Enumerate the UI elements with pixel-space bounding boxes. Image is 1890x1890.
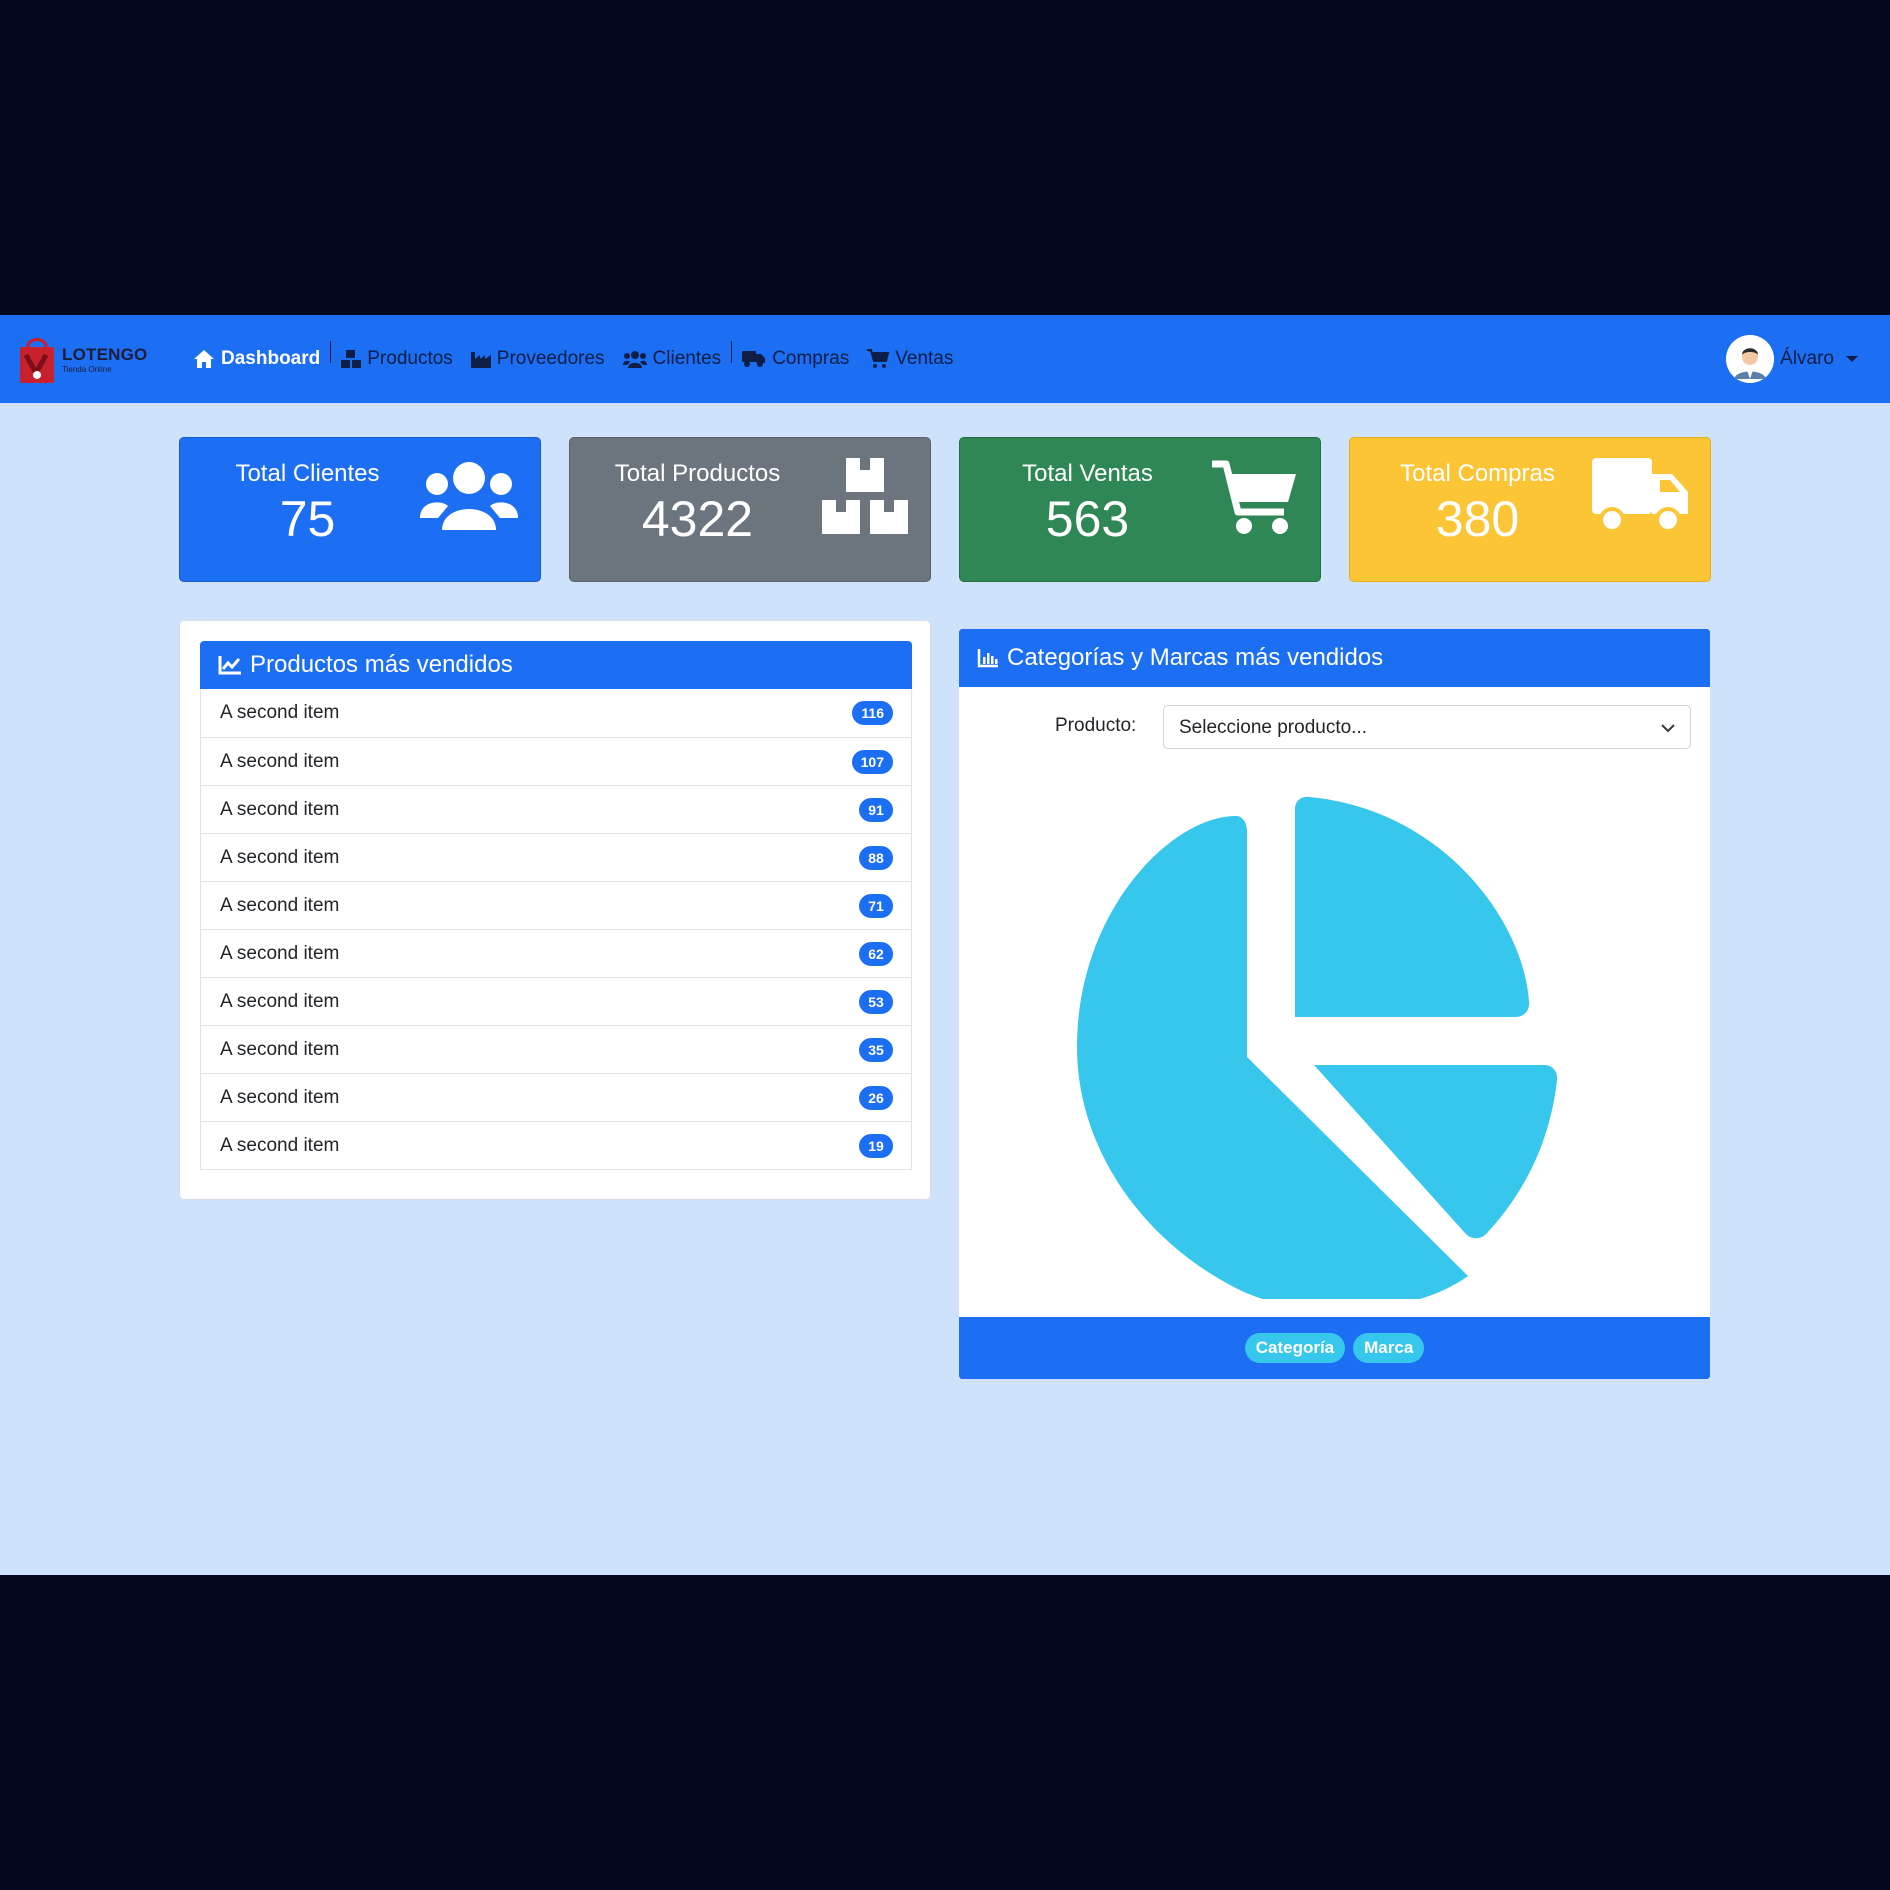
users-icon	[622, 351, 647, 368]
stat-value: 4322	[641, 491, 754, 547]
nav-item-clientes[interactable]: Clientes	[614, 339, 731, 379]
pie-chart-icon	[1077, 796, 1558, 1299]
nav-label-compras: Compras	[772, 348, 850, 369]
categories-header: Categorías y Marcas más vendidos	[959, 629, 1710, 687]
nav-label-clientes: Clientes	[652, 348, 722, 369]
nav-label-proveedores: Proveedores	[496, 348, 605, 369]
shopping-bag-logo-icon	[20, 338, 54, 383]
cart-icon	[867, 349, 890, 368]
list-item[interactable]: A second item 107	[201, 737, 911, 785]
app-frame: LOTENGO Tienda Online Dashboard Producto…	[0, 315, 1890, 1575]
categories-title: Categorías y Marcas más vendidos	[1007, 644, 1384, 671]
users-icon	[420, 462, 518, 530]
nav-divider	[731, 341, 733, 363]
item-label: A second item	[220, 702, 340, 723]
product-select-value: Seleccione producto...	[1179, 717, 1368, 738]
chevron-down-icon	[1846, 356, 1858, 362]
nav-item-productos[interactable]: Productos	[332, 339, 462, 379]
count-badge: 26	[859, 1085, 893, 1110]
truck-icon	[742, 351, 766, 367]
item-label: A second item	[220, 846, 340, 868]
tab-marca[interactable]: Marca	[1353, 1333, 1425, 1363]
top-products-title: Productos más vendidos	[250, 651, 513, 678]
list-item[interactable]: A second item 88	[201, 833, 911, 881]
count-badge: 53	[859, 989, 893, 1014]
user-menu[interactable]: Álvaro	[1726, 335, 1858, 383]
stat-label: Total Ventas	[1022, 460, 1153, 487]
stat-card-compras[interactable]: Total Compras 380	[1349, 437, 1711, 582]
chart-bar-icon	[977, 649, 998, 668]
user-avatar-icon	[1726, 335, 1775, 383]
list-item[interactable]: A second item 91	[201, 785, 911, 833]
brand-name: LOTENGO	[62, 345, 148, 364]
stat-card-productos[interactable]: Total Productos 4322	[569, 437, 931, 582]
stat-value: 380	[1435, 491, 1520, 547]
item-label: A second item	[220, 750, 340, 772]
top-products-card: Productos más vendidos A second item 116 …	[179, 620, 931, 1200]
top-products-header: Productos más vendidos	[200, 641, 912, 689]
top-navbar: LOTENGO Tienda Online Dashboard Producto…	[0, 315, 1890, 403]
item-label: A second item	[220, 942, 340, 964]
truck-icon	[1592, 458, 1688, 533]
tab-categoria[interactable]: Categoría	[1244, 1333, 1346, 1363]
count-badge: 62	[859, 941, 893, 966]
boxes-icon	[341, 350, 362, 368]
categories-footer: Categoría Marca	[959, 1317, 1710, 1379]
count-badge: 19	[859, 1133, 893, 1158]
categories-card: Categorías y Marcas más vendidos Product…	[959, 629, 1710, 1379]
stat-card-ventas[interactable]: Total Ventas 563	[959, 437, 1321, 582]
item-label: A second item	[220, 1134, 340, 1156]
list-item[interactable]: A second item 71	[201, 881, 911, 929]
item-label: A second item	[220, 990, 340, 1012]
list-item[interactable]: A second item 116	[201, 689, 911, 737]
list-item[interactable]: A second item 53	[201, 977, 911, 1025]
count-badge: 91	[859, 797, 893, 822]
brand-logo[interactable]: LOTENGO Tienda Online	[18, 333, 148, 389]
count-badge: 71	[859, 893, 893, 918]
item-label: A second item	[220, 894, 340, 916]
home-icon	[194, 350, 214, 368]
nav-item-compras[interactable]: Compras	[733, 339, 858, 379]
user-name: Álvaro	[1780, 348, 1834, 369]
nav-divider	[330, 341, 332, 363]
industry-icon	[470, 352, 491, 368]
count-badge: 107	[851, 749, 893, 774]
brand-tagline: Tienda Online	[62, 365, 112, 374]
main-nav: Dashboard Productos Proveedores Clientes…	[184, 315, 962, 403]
nav-label-dashboard: Dashboard	[221, 348, 321, 369]
list-item[interactable]: A second item 62	[201, 929, 911, 977]
count-badge: 88	[859, 845, 893, 870]
top-products-list: A second item 116 A second item 107 A seco…	[200, 689, 912, 1170]
product-select-label: Producto:	[1055, 715, 1137, 736]
item-label: A second item	[220, 1038, 340, 1060]
nav-label-productos: Productos	[367, 348, 453, 369]
nav-item-ventas[interactable]: Ventas	[858, 339, 962, 379]
product-select[interactable]: Seleccione producto...	[1163, 705, 1691, 749]
item-label: A second item	[220, 798, 340, 820]
stat-value: 563	[1045, 491, 1130, 547]
chart-line-icon	[218, 656, 241, 675]
stat-label: Total Clientes	[235, 460, 380, 487]
count-badge: 35	[859, 1037, 893, 1062]
cart-icon	[1212, 460, 1296, 534]
boxes-icon	[822, 458, 908, 534]
stat-label: Total Productos	[614, 460, 781, 487]
stat-card-clientes[interactable]: Total Clientes 75	[179, 437, 541, 582]
list-item[interactable]: A second item 19	[201, 1121, 911, 1169]
stat-value: 75	[279, 491, 336, 547]
chevron-down-icon	[1661, 724, 1675, 733]
nav-item-dashboard[interactable]: Dashboard	[184, 339, 329, 379]
item-label: A second item	[220, 1086, 340, 1108]
product-select-row: Producto: Seleccione producto...	[959, 705, 1710, 749]
stat-label: Total Compras	[1400, 460, 1555, 487]
list-item[interactable]: A second item 35	[201, 1025, 911, 1073]
list-item[interactable]: A second item 26	[201, 1073, 911, 1121]
nav-item-proveedores[interactable]: Proveedores	[462, 339, 614, 379]
count-badge: 116	[852, 701, 893, 725]
nav-label-ventas: Ventas	[895, 348, 954, 369]
